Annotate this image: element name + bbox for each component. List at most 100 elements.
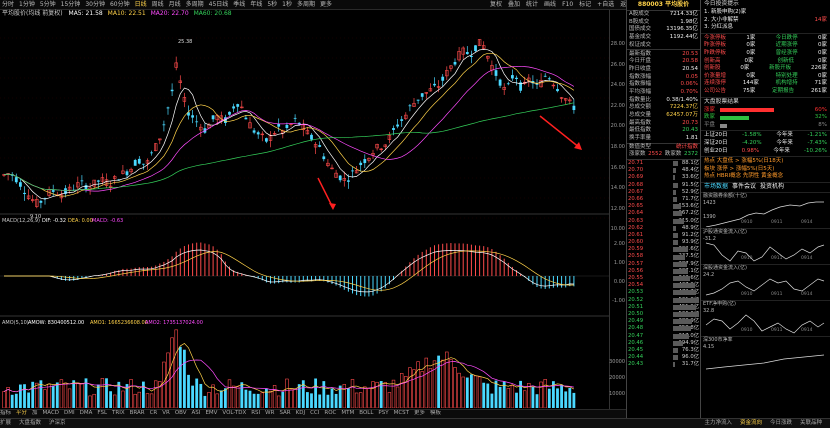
indicator-tab-23[interactable]: PSY: [378, 411, 388, 417]
indicator-tab-0[interactable]: 指标: [0, 411, 11, 417]
stat-label[interactable]: 创新高: [704, 58, 721, 65]
indicator-tab-25[interactable]: 更多: [414, 411, 425, 417]
indicator-tab-9[interactable]: CR: [150, 411, 158, 417]
change-link[interactable]: 今日涨跌: [770, 420, 792, 427]
indicator-tab-12[interactable]: ASI: [192, 411, 201, 417]
kline-chart[interactable]: 25.389.10MACD(12,26,9) DIF: -0.32 DEA: 0.0…: [0, 18, 609, 408]
ma20-line: [3, 65, 575, 192]
period-tab-14[interactable]: 1秒: [282, 1, 292, 8]
indicator-tab-13[interactable]: EMV: [205, 411, 217, 417]
indicator-tab-22[interactable]: BOLL: [359, 411, 373, 417]
related-link[interactable]: 关联品种: [800, 420, 822, 427]
stat-label2[interactable]: 定期报告: [772, 88, 794, 95]
indicator-tab-16[interactable]: WR: [265, 411, 274, 417]
indicator-tab-2[interactable]: 加: [32, 411, 38, 417]
amo-bar-up: [272, 385, 277, 408]
amo-bar-up: [113, 394, 117, 408]
indicator-tab-5[interactable]: DMA: [80, 411, 93, 417]
amo-bar-down: [572, 392, 576, 408]
tip-label[interactable]: 3. 分红派息: [704, 25, 733, 31]
period-tab-8[interactable]: 月线: [169, 1, 181, 8]
period-tab-1[interactable]: 1分钟: [19, 1, 35, 8]
period-tab-5[interactable]: 60分钟: [110, 1, 130, 8]
period-tab-16[interactable]: 更多: [320, 1, 332, 8]
quote-row-label: 指数量比: [629, 96, 652, 103]
candle-body-down: [150, 152, 153, 154]
indicator-tab-3[interactable]: MACD: [43, 411, 60, 417]
tool-2[interactable]: 统计: [526, 2, 538, 8]
period-tab-6[interactable]: 日线: [135, 1, 147, 8]
info-tab-0[interactable]: 市场数据: [704, 183, 728, 190]
tick-price: 20.57: [628, 260, 644, 267]
indicator-tab-21[interactable]: MTM: [341, 411, 354, 417]
stat-label[interactable]: 昨跌停板: [704, 50, 726, 57]
stat-label2[interactable]: 今日跌停: [776, 35, 798, 42]
amo-amo2: AMO2: 1735137024.00: [145, 320, 203, 326]
indicator-tab-14[interactable]: VOL-TDX: [222, 411, 246, 417]
stat-label[interactable]: 昨涨停板: [704, 43, 726, 49]
indicator-tab-11[interactable]: OBV: [175, 411, 187, 417]
tool-5[interactable]: 标记: [579, 2, 591, 8]
stat-label[interactable]: 今涨停板: [704, 35, 726, 42]
market-link[interactable]: 沪深京: [49, 420, 66, 427]
period-tab-13[interactable]: 5秒: [267, 1, 277, 8]
indicator-tab-6[interactable]: FSL: [97, 411, 107, 417]
info-tab-1[interactable]: 事件会议: [732, 183, 756, 190]
mainflow-link[interactable]: 主力净流入: [704, 420, 732, 427]
amo-bar-down: [23, 384, 26, 408]
tool-1[interactable]: 叠加: [508, 2, 520, 8]
tool-3[interactable]: 画线: [544, 2, 556, 8]
indicator-tab-1[interactable]: 平分: [16, 411, 27, 417]
stat-label2[interactable]: 近期涨停: [776, 43, 798, 49]
tick-volume: 91.5亿: [681, 181, 699, 188]
tick-volume: 52.9亿: [681, 188, 699, 195]
tick-bar: [673, 218, 685, 224]
indicator-tab-17[interactable]: SAR: [279, 411, 290, 417]
amo-bar-down: [10, 394, 14, 408]
period-tab-15[interactable]: 多周期: [297, 1, 315, 8]
indicator-tab-4[interactable]: DMI: [64, 411, 75, 417]
period-tab-7[interactable]: 周线: [152, 1, 164, 8]
indicator-tab-7[interactable]: TRIX: [112, 411, 125, 417]
stat-row: 连续涨停 144家 机构增持 71家: [704, 80, 827, 88]
tick-bar: [673, 319, 693, 325]
period-tab-2[interactable]: 5分钟: [40, 1, 56, 8]
mini-chart: 深300市净率 4.15: [701, 335, 830, 371]
period-tab-0[interactable]: 分时: [2, 1, 14, 8]
stat-label[interactable]: 创新股: [704, 66, 721, 72]
stat-label[interactable]: 公司公告: [704, 88, 726, 95]
indicator-tab-19[interactable]: CCI: [310, 411, 319, 417]
period-tab-9[interactable]: 多周期: [186, 1, 204, 8]
stat-label2[interactable]: 特别处理: [776, 73, 798, 80]
period-tab-12[interactable]: 年线: [250, 1, 262, 8]
tool-6[interactable]: +自选: [597, 2, 614, 8]
indicator-tab-20[interactable]: ROC: [324, 411, 336, 417]
stat-label2[interactable]: 机构增持: [776, 81, 798, 87]
fundflow-link[interactable]: 资金流向: [740, 420, 762, 427]
indicator-tab-18[interactable]: KDJ: [296, 411, 305, 417]
indicator-tab-8[interactable]: BRAR: [130, 411, 145, 417]
stat-label[interactable]: 连续涨停: [704, 81, 726, 87]
index-link[interactable]: 大盘指数: [19, 420, 41, 427]
period-tab-4[interactable]: 30分钟: [85, 1, 105, 8]
stat-label[interactable]: 价涨量增: [704, 73, 726, 80]
tool-4[interactable]: F10: [562, 2, 573, 8]
period-tab-10[interactable]: 45日线: [209, 1, 229, 8]
tool-0[interactable]: 复权: [490, 2, 502, 8]
stat-label2[interactable]: 曾经涨停: [776, 50, 798, 57]
quote-row-label: 基金成交: [629, 34, 652, 41]
period-tab-11[interactable]: 季线: [233, 1, 245, 8]
period-tab-3[interactable]: 15分钟: [61, 1, 81, 8]
indicator-tab-15[interactable]: RSI: [251, 411, 260, 417]
indicator-tab-26[interactable]: 模板: [430, 411, 441, 417]
stat-label2[interactable]: 创新低: [777, 58, 794, 65]
stat-label2[interactable]: 新股开板: [769, 66, 791, 72]
mini-chart: 融资融券余额(十亿) 1423 1390 0910 0911 0914: [701, 191, 830, 227]
tip-label[interactable]: 2. 大小非解禁: [704, 17, 739, 24]
expand-link[interactable]: 扩展: [0, 420, 11, 427]
tip-label[interactable]: 1. 新股申购(2)家: [704, 10, 746, 16]
info-tab-2[interactable]: 投资机构: [760, 183, 784, 190]
indicator-tab-10[interactable]: VR: [162, 411, 170, 417]
indicator-tab-24[interactable]: MCST: [394, 411, 409, 417]
tick-bar: [673, 161, 678, 167]
